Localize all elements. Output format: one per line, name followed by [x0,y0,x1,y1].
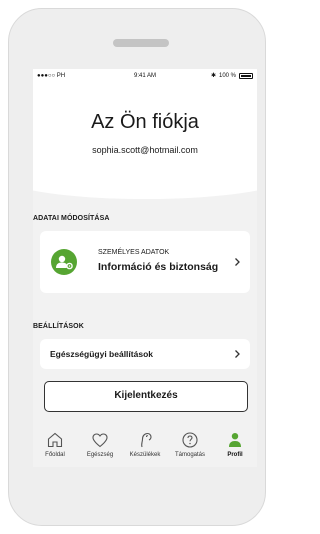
tab-health[interactable]: Egészség [78,427,122,467]
help-icon [182,432,198,448]
hearing-aid-icon [141,432,152,448]
tab-support[interactable]: Támogatás [168,427,212,467]
heart-icon [92,433,108,448]
tab-devices[interactable]: Készülékek [123,427,167,467]
account-email: sophia.scott@hotmail.com [92,145,198,155]
section-label-settings: BEÁLLÍTÁSOK [33,323,84,330]
health-settings-card[interactable]: Egészségügyi beállítások [40,339,250,369]
tab-label: Támogatás [174,452,205,458]
personal-data-card[interactable]: SZEMÉLYES ADATOK Információ és biztonság [40,231,250,293]
app-screen: ●●●○○ PH 9:41 AM ✱ 100 % Az Ön fiókja so… [33,69,257,467]
home-icon [47,432,63,448]
bluetooth-icon: ✱ [210,73,216,79]
bottom-tab-bar: Főoldal Egészség Készülékek Támogatás Pr… [33,427,257,467]
phone-speaker [113,39,169,47]
tab-home[interactable]: Főoldal [33,427,77,467]
tab-label: Egészség [86,452,114,458]
logout-button[interactable]: Kijelentkezés [44,381,248,412]
personal-data-overline: SZEMÉLYES ADATOK [98,249,170,256]
page-title: Az Ön fiókja [91,111,199,133]
status-bar: ●●●○○ PH 9:41 AM ✱ 100 % [33,69,257,83]
battery-status: ✱ 100 % [211,72,253,79]
personal-data-title: Információ és biztonság [98,261,219,273]
tab-label: Főoldal [45,452,65,458]
profile-icon [229,433,241,447]
tab-profile[interactable]: Profil [213,427,257,467]
header-background [33,69,257,199]
phone-frame: ●●●○○ PH 9:41 AM ✱ 100 % Az Ön fiókja so… [8,8,266,526]
chevron-right-icon [235,258,240,266]
section-label-data-edit: ADATAI MÓDOSÍTÁSA [33,215,110,222]
tab-label: Profil [227,452,243,458]
health-settings-label: Egészségügyi beállítások [50,349,153,359]
chevron-right-icon [235,350,240,358]
tab-label: Készülékek [129,452,161,458]
person-settings-icon [51,249,77,275]
battery-percent: 100 % [218,72,236,79]
battery-icon [239,72,253,79]
